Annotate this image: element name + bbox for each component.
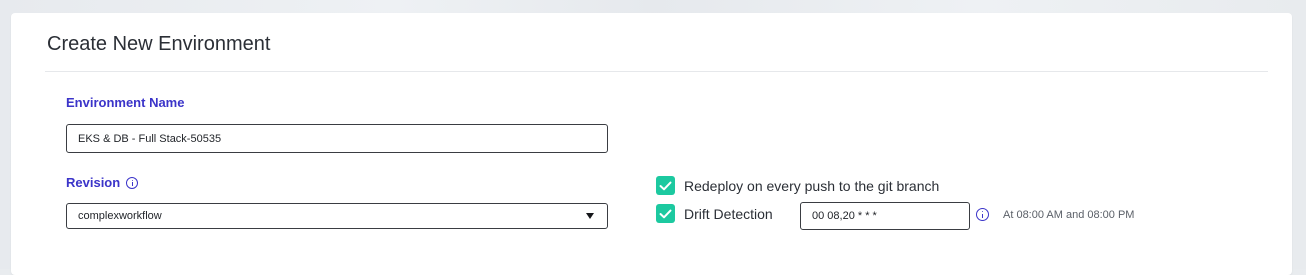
drift-detection-label: Drift Detection: [684, 205, 773, 222]
header-divider: [45, 71, 1268, 72]
caret-down-icon: [586, 213, 594, 219]
drift-cron-input[interactable]: [800, 202, 970, 230]
drift-detection-option: Drift Detection: [656, 204, 773, 223]
drift-detection-checkbox[interactable]: [656, 204, 675, 223]
revision-label-group: Revision: [66, 175, 139, 190]
revision-info-icon[interactable]: [126, 176, 139, 189]
revision-label: Revision: [66, 175, 121, 190]
redeploy-checkbox[interactable]: [656, 176, 675, 195]
redeploy-label: Redeploy on every push to the git branch: [684, 177, 940, 194]
drift-info-wrapper: [976, 208, 989, 221]
page-title: Create New Environment: [47, 33, 271, 55]
environment-name-label: Environment Name: [66, 95, 185, 110]
drift-schedule-description: At 08:00 AM and 08:00 PM: [1003, 209, 1135, 221]
drift-info-icon[interactable]: [976, 208, 989, 221]
create-environment-card: Create New Environment Environment Name …: [11, 13, 1292, 275]
check-icon: [659, 209, 672, 218]
environment-name-input[interactable]: [66, 124, 608, 153]
redeploy-option: Redeploy on every push to the git branch: [656, 176, 939, 195]
revision-select[interactable]: complexworkflow: [66, 203, 608, 229]
check-icon: [659, 181, 672, 190]
revision-selected-value: complexworkflow: [78, 210, 162, 222]
